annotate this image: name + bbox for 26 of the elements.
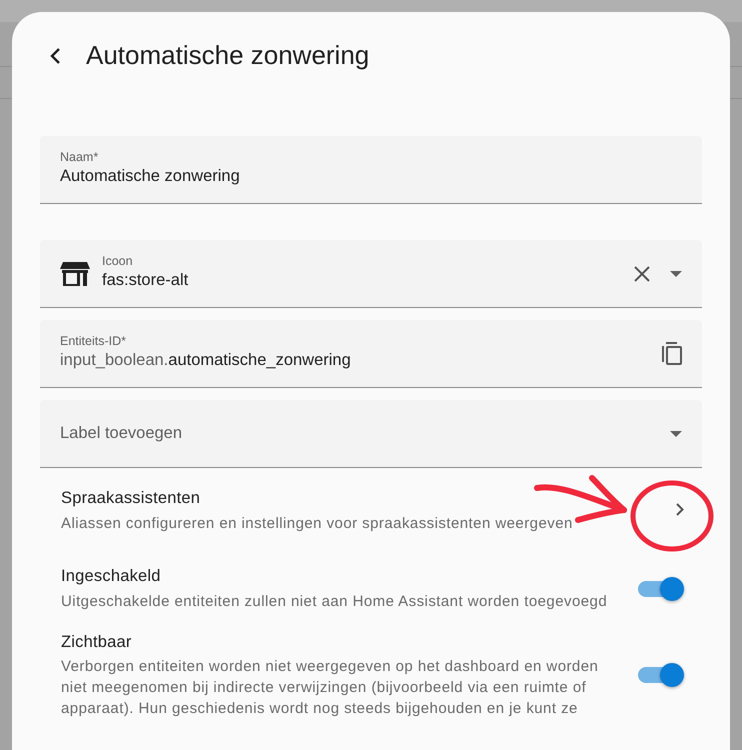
toggle-switch[interactable] <box>638 663 684 686</box>
name-field[interactable]: Naam* Automatische zonwering <box>40 136 702 204</box>
setting-title: Zichtbaar <box>61 632 132 652</box>
setting-description: Verborgen entiteiten worden niet weergegeven op het dashboard en worden niet meegenomen bij indirecte verwijzingen (bijvoorbeeld via een ruimte of apparaat). Hun geschiedenis wordt nog steeds bijgehouden en je kunt ze <box>61 657 600 720</box>
setting-title: Ingeschakeld <box>61 566 161 587</box>
setting-title: Spraakassistenten <box>61 488 200 509</box>
field-label: Naam* <box>60 150 100 166</box>
label-select-field[interactable]: Label toevoegen <box>40 400 702 468</box>
chevron-right-icon[interactable] <box>676 503 684 516</box>
caret-icon <box>670 430 682 436</box>
entity-id-field[interactable]: Entiteits-ID* input_boolean.automatische_zonwering <box>40 320 702 388</box>
caret-icon[interactable] <box>670 270 682 276</box>
setting-description: Uitgeschakelde entiteiten zullen niet aan Home Assistant worden toegevoegd <box>61 592 608 612</box>
copy-icon[interactable] <box>662 342 682 365</box>
icon-picker-field[interactable]: Icoon fas:store-alt <box>40 240 702 308</box>
field-value: Automatische zonwering <box>60 166 241 188</box>
store-icon <box>60 262 90 286</box>
setting-description: Aliassen configureren en instellingen voor spraakassistenten weergeven <box>61 514 574 534</box>
field-label: Icoon <box>102 254 134 270</box>
field-label: Entiteits-ID* <box>60 334 127 350</box>
field-value: input_boolean.automatische_zonwering <box>60 350 352 372</box>
back-button[interactable] <box>48 46 62 66</box>
toggle-switch[interactable] <box>638 576 684 599</box>
clear-icon[interactable] <box>634 266 650 282</box>
field-value: fas:store-alt <box>102 270 190 292</box>
dialog-title: Automatische zonwering <box>86 40 370 72</box>
